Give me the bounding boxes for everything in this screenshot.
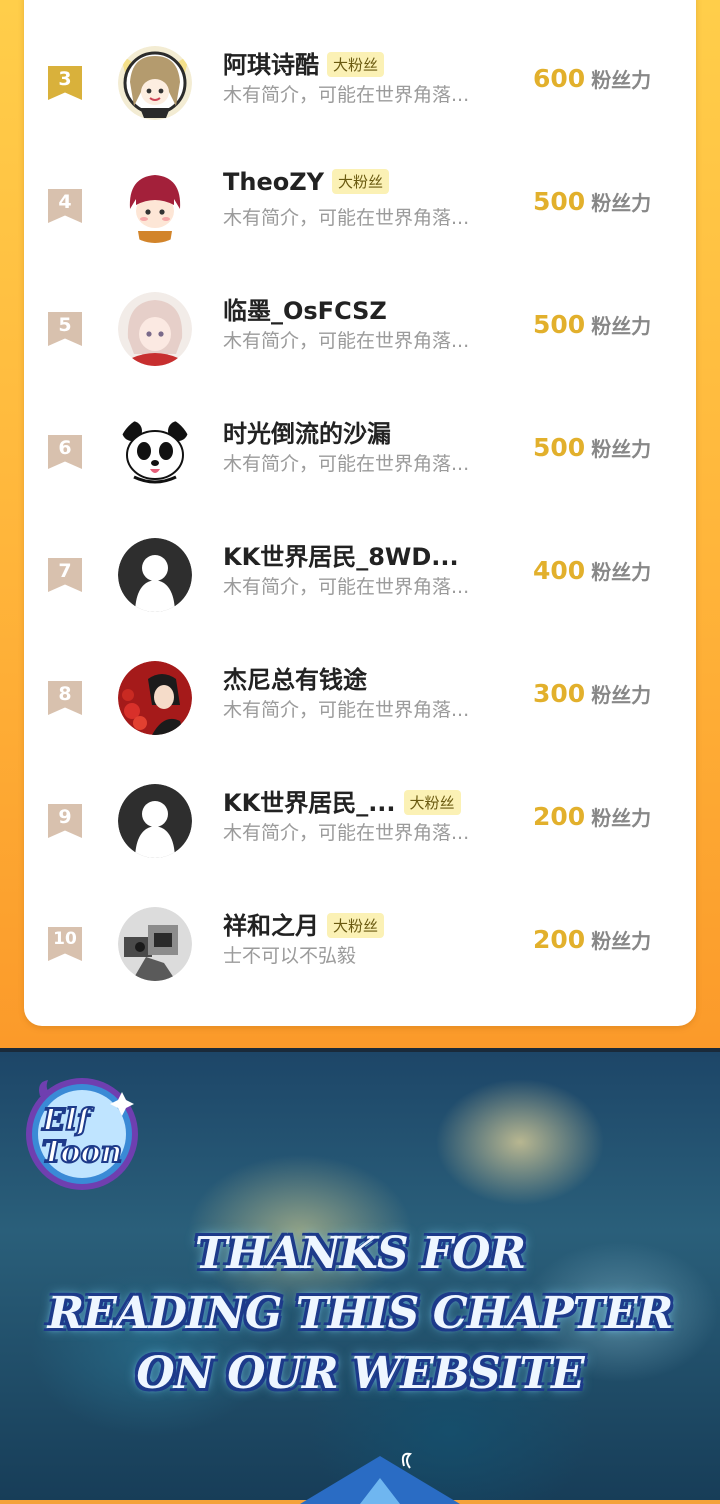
rank-badge: 3	[48, 66, 82, 100]
fan-score-value: 500	[533, 187, 586, 216]
fan-badge: 大粉丝	[332, 169, 390, 194]
elftoon-banner: Elf Toon THANKS FOR READING THIS CHAPTER…	[0, 1048, 720, 1504]
leaderboard-row[interactable]: 10 祥和之月 大粉丝 士不可以不弘毅 200 粉丝力	[24, 879, 696, 989]
fan-score-unit: 粉丝力	[591, 437, 652, 461]
fan-score-value: 500	[533, 310, 586, 339]
user-bio: 士不可以不弘毅	[223, 945, 357, 967]
rank-badge: 5	[48, 312, 82, 346]
leaderboard-row[interactable]: 8 杰尼总有钱途 木有简介，可能在世界角落... 300 粉丝力	[24, 633, 696, 743]
fan-score-value: 200	[533, 925, 586, 954]
fan-score: 600 粉丝力	[533, 64, 651, 93]
user-name-text: KK世界居民_8WD...	[223, 543, 459, 571]
fan-badge: 大粉丝	[327, 913, 385, 938]
thanks-line-2: READING THIS CHAPTER	[47, 1288, 674, 1339]
leaderboard-row[interactable]: 3 阿琪诗酷 大粉丝 木有简介，可能在世界角落... 600 粉丝力	[24, 18, 696, 128]
fan-score-unit: 粉丝力	[591, 683, 652, 707]
rank-badge: 10	[48, 927, 82, 961]
user-name-text: KK世界居民_...	[223, 789, 396, 817]
user-name[interactable]: 临墨_OsFCSZ	[223, 291, 387, 326]
elftoon-logo[interactable]: Elf Toon	[22, 1074, 142, 1192]
user-bio: 木有简介，可能在世界角落...	[223, 822, 470, 844]
fan-score-value: 400	[533, 556, 586, 585]
leaderboard-row[interactable]: 6 时光倒流的沙漏 木有简介，可能在世界角落... 500 粉丝力	[24, 387, 696, 497]
rank-badge: 9	[48, 804, 82, 838]
fan-score: 500 粉丝力	[533, 433, 651, 462]
thanks-line-1: THANKS FOR	[194, 1228, 526, 1279]
fan-badge: 大粉丝	[327, 52, 385, 77]
user-name[interactable]: 祥和之月 大粉丝	[223, 906, 385, 941]
fan-score-unit: 粉丝力	[591, 929, 652, 953]
avatar[interactable]	[118, 292, 192, 366]
fan-badge: 大粉丝	[403, 790, 461, 815]
avatar[interactable]	[118, 415, 192, 489]
fan-score-unit: 粉丝力	[591, 68, 652, 92]
leaderboard-row[interactable]: 9 KK世界居民_... 大粉丝 木有简介，可能在世界角落... 200 粉丝力	[24, 756, 696, 866]
user-name[interactable]: 杰尼总有钱途	[223, 660, 367, 695]
leaderboard-row[interactable]: 4 TheoZY 大粉丝 木有简介，可能在世界角落... 500 粉丝力	[24, 141, 696, 251]
leaderboard-row[interactable]: 7 KK世界居民_8WD... 木有简介，可能在世界角落... 400 粉丝力	[24, 510, 696, 620]
fan-score: 200 粉丝力	[533, 802, 651, 831]
avatar[interactable]	[118, 538, 192, 612]
thanks-line-3: ON OUR WEBSITE	[136, 1348, 584, 1399]
user-name[interactable]: KK世界居民_... 大粉丝	[223, 783, 461, 818]
leaderboard-section: 3 阿琪诗酷 大粉丝 木有简介，可能在世界角落... 600 粉丝力 4 The…	[0, 0, 720, 1048]
rank-badge: 8	[48, 681, 82, 715]
user-bio: 木有简介，可能在世界角落...	[223, 207, 470, 229]
user-bio: 木有简介，可能在世界角落...	[223, 576, 470, 598]
user-name-text: 杰尼总有钱途	[223, 666, 367, 694]
fan-score-value: 600	[533, 64, 586, 93]
user-bio: 木有简介，可能在世界角落...	[223, 699, 470, 721]
fan-score-value: 300	[533, 679, 586, 708]
avatar[interactable]	[118, 907, 192, 981]
rank-badge: 6	[48, 435, 82, 469]
fan-score: 300 粉丝力	[533, 679, 651, 708]
user-name-text: 临墨_OsFCSZ	[223, 297, 387, 325]
avatar[interactable]	[118, 784, 192, 858]
fan-score-unit: 粉丝力	[591, 314, 652, 338]
logo-line-2: Toon	[42, 1135, 123, 1170]
user-name[interactable]: KK世界居民_8WD...	[223, 537, 459, 572]
leaderboard-card: 3 阿琪诗酷 大粉丝 木有简介，可能在世界角落... 600 粉丝力 4 The…	[24, 0, 696, 1026]
avatar[interactable]	[118, 169, 192, 243]
crown-ornament-icon	[300, 1452, 460, 1504]
user-name-text: TheoZY	[223, 168, 325, 196]
rank-badge: 4	[48, 189, 82, 223]
user-bio: 木有简介，可能在世界角落...	[223, 84, 470, 106]
avatar[interactable]	[118, 46, 192, 120]
fan-score-unit: 粉丝力	[591, 191, 652, 215]
fan-score-value: 200	[533, 802, 586, 831]
fan-score-unit: 粉丝力	[591, 806, 652, 830]
rank-badge: 7	[48, 558, 82, 592]
user-name-text: 时光倒流的沙漏	[223, 420, 391, 448]
user-bio: 木有简介，可能在世界角落...	[223, 330, 470, 352]
fan-score-unit: 粉丝力	[591, 560, 652, 584]
avatar[interactable]	[118, 661, 192, 735]
user-name[interactable]: 时光倒流的沙漏	[223, 414, 391, 449]
fan-score-value: 500	[533, 433, 586, 462]
user-name[interactable]: 阿琪诗酷 大粉丝	[223, 45, 385, 80]
logo-line-1: Elf	[41, 1103, 94, 1138]
fan-score: 500 粉丝力	[533, 187, 651, 216]
user-bio: 木有简介，可能在世界角落...	[223, 453, 470, 475]
user-name-text: 祥和之月	[223, 912, 319, 940]
fan-score: 500 粉丝力	[533, 310, 651, 339]
fan-score: 400 粉丝力	[533, 556, 651, 585]
fan-score: 200 粉丝力	[533, 925, 651, 954]
user-name[interactable]: TheoZY 大粉丝	[223, 168, 390, 196]
leaderboard-row[interactable]: 5 临墨_OsFCSZ 木有简介，可能在世界角落... 500 粉丝力	[24, 264, 696, 374]
user-name-text: 阿琪诗酷	[223, 51, 319, 79]
